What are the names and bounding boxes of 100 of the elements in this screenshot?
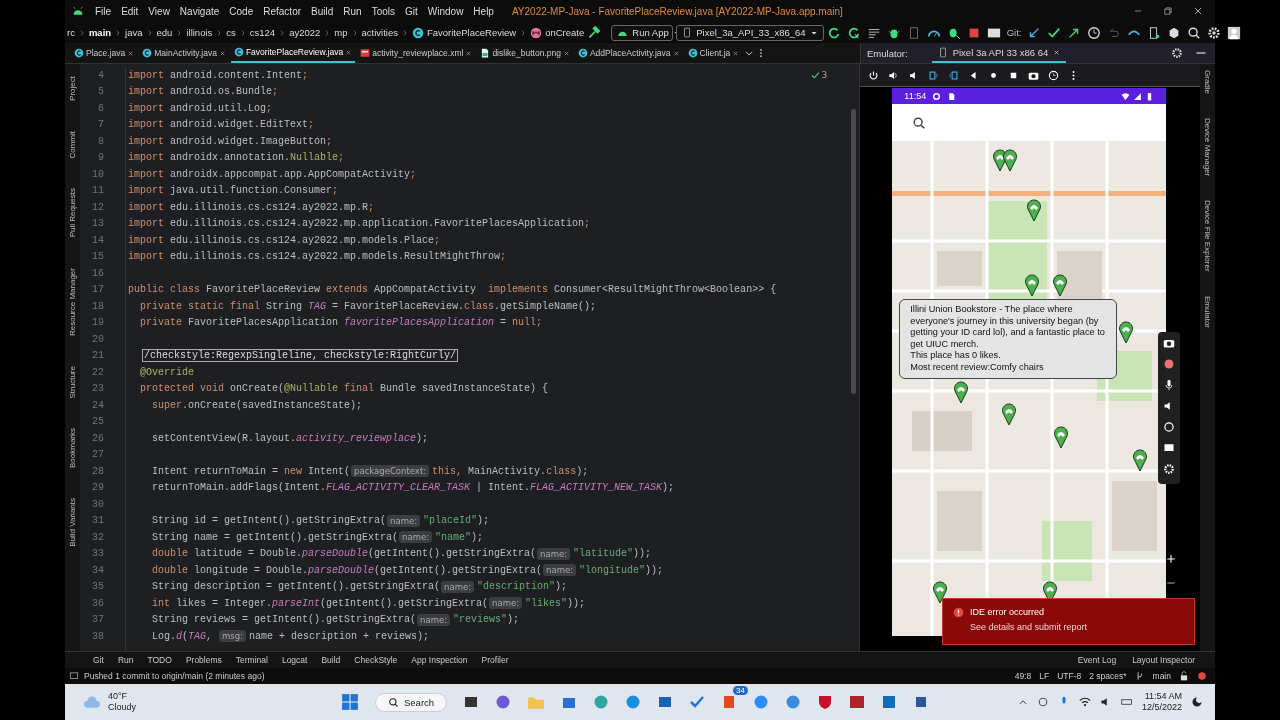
map-pin-icon[interactable]: [1053, 426, 1070, 449]
tool-window-tab[interactable]: Resource Manager: [68, 267, 77, 336]
close-icon[interactable]: [562, 49, 570, 57]
map-pin-icon[interactable]: [932, 581, 949, 604]
task-view-icon[interactable]: [463, 694, 480, 710]
camera-icon[interactable]: [1163, 337, 1176, 349]
breadcrumb-item[interactable]: rc: [67, 27, 75, 38]
wifi-icon[interactable]: [1078, 696, 1091, 708]
close-icon[interactable]: [218, 49, 226, 57]
tool-window-button[interactable]: Event Log: [1077, 655, 1117, 665]
avatar-icon[interactable]: [1227, 25, 1242, 40]
lock-icon[interactable]: [1179, 671, 1189, 681]
device-manager-icon[interactable]: [1147, 25, 1162, 40]
rerun-icon[interactable]: [826, 25, 841, 40]
breadcrumb-item[interactable]: illinois: [186, 27, 213, 38]
menu-item[interactable]: File: [95, 5, 112, 17]
menu-item[interactable]: Code: [229, 5, 254, 17]
menu-item[interactable]: Run: [343, 5, 362, 17]
menu-item[interactable]: View: [148, 5, 170, 17]
breadcrumb-item[interactable]: main: [88, 27, 112, 38]
outlook-icon[interactable]: [881, 694, 898, 710]
menu-item[interactable]: Tools: [371, 5, 395, 17]
snapshot-icon[interactable]: [1048, 69, 1060, 81]
search-icon[interactable]: [1187, 25, 1202, 40]
search-icon[interactable]: [912, 115, 927, 130]
breadcrumb-item[interactable]: edu: [156, 27, 173, 38]
record-icon[interactable]: [1163, 358, 1176, 370]
editor-tab[interactable]: Client.ja: [684, 43, 743, 63]
map-pin-icon[interactable]: [953, 381, 970, 404]
apply-changes-icon[interactable]: [846, 25, 861, 40]
chat-icon[interactable]: [495, 694, 512, 710]
clock-time[interactable]: 11:54 AM: [1144, 691, 1182, 702]
breadcrumb-item[interactable]: activities: [361, 27, 398, 38]
tool-window-button[interactable]: Git: [93, 655, 104, 665]
tool-window-button[interactable]: Terminal: [235, 655, 268, 665]
menu-item[interactable]: Git: [405, 5, 418, 17]
hammer-icon[interactable]: [587, 26, 601, 39]
tool-window-tab[interactable]: Device Manager: [1203, 118, 1212, 177]
tool-window-tab[interactable]: Emulator: [1203, 295, 1212, 328]
close-icon[interactable]: [1053, 48, 1061, 56]
chevron-up-icon[interactable]: [1017, 697, 1028, 707]
status-item[interactable]: 49:8: [1014, 671, 1032, 681]
editor-tab[interactable]: dislike_button.png: [477, 43, 573, 63]
inspection-count[interactable]: 3: [821, 70, 828, 80]
map-pin-icon[interactable]: [1052, 274, 1069, 297]
branch-icon[interactable]: [1134, 671, 1145, 681]
close-icon[interactable]: [1193, 6, 1203, 16]
map-pin-icon[interactable]: [1002, 149, 1019, 172]
run-config-dropdown[interactable]: Run App: [611, 24, 674, 41]
breadcrumb-item[interactable]: cs124: [249, 27, 276, 38]
tool-window-tab[interactable]: Device File Explorer: [1203, 200, 1212, 272]
map-pin-icon[interactable]: [1132, 449, 1149, 472]
close-icon[interactable]: [465, 49, 473, 57]
tool-window-button[interactable]: Logcat: [281, 655, 308, 665]
close-icon[interactable]: [672, 49, 680, 57]
rotate-right-icon[interactable]: [948, 69, 960, 81]
menu-item[interactable]: Window: [427, 5, 464, 17]
sync-icon[interactable]: [1036, 696, 1049, 708]
status-item[interactable]: 2 spaces*: [1089, 671, 1127, 681]
breadcrumb-item[interactable]: cs: [226, 27, 236, 38]
power-icon[interactable]: [868, 69, 880, 81]
rotate-icon[interactable]: [1163, 421, 1176, 433]
tool-window-button[interactable]: Layout Inspector: [1132, 655, 1195, 665]
tool-window-tab[interactable]: Gradle: [1203, 70, 1212, 94]
settings-icon[interactable]: [1207, 25, 1222, 40]
windows-start-icon[interactable]: [341, 693, 359, 711]
breadcrumb-item[interactable]: ay2022: [289, 27, 321, 38]
history-icon[interactable]: [1087, 25, 1102, 40]
checkmark-app-icon[interactable]: [689, 694, 706, 710]
microphone-icon[interactable]: [1163, 379, 1176, 391]
device-dropdown[interactable]: Pixel_3a_API_33_x86_64: [676, 24, 824, 41]
scrollbar[interactable]: [851, 109, 857, 394]
status-item[interactable]: LF: [1039, 671, 1050, 681]
tool-window-button[interactable]: Problems: [185, 655, 222, 665]
taskbar-search[interactable]: Search: [375, 692, 448, 712]
shield-icon[interactable]: [817, 694, 834, 710]
settings-icon[interactable]: [1171, 47, 1183, 59]
branch-name[interactable]: main: [1152, 671, 1171, 681]
menu-item[interactable]: Navigate: [179, 5, 220, 17]
screen-icon[interactable]: [1163, 442, 1176, 454]
nx-icon[interactable]: [849, 694, 866, 710]
check-icon[interactable]: [810, 70, 820, 80]
breadcrumb-item[interactable]: mp: [334, 27, 348, 38]
tool-window-tab[interactable]: Project: [68, 76, 77, 101]
menu-item[interactable]: Refactor: [263, 5, 302, 17]
map-pin-icon[interactable]: [1001, 403, 1018, 426]
tool-window-tab[interactable]: Build Variants: [68, 498, 77, 548]
tool-window-button[interactable]: CheckStyle: [354, 655, 398, 665]
breadcrumb-item[interactable]: FavoritePlaceReview: [411, 26, 517, 39]
battery-icon[interactable]: [1120, 696, 1133, 708]
clock-date[interactable]: 12/5/2022: [1141, 702, 1182, 713]
app-icon[interactable]: [785, 694, 802, 710]
app-icon[interactable]: [625, 694, 642, 710]
tool-window-tab[interactable]: Bookmarks: [68, 428, 77, 469]
error-icon[interactable]: [1197, 671, 1207, 681]
tool-window-button[interactable]: Run: [117, 655, 134, 665]
close-icon[interactable]: [127, 49, 135, 57]
notifications-icon[interactable]: [1191, 696, 1203, 708]
editor-tab[interactable]: Place.java: [71, 43, 138, 63]
close-icon[interactable]: [345, 48, 353, 56]
